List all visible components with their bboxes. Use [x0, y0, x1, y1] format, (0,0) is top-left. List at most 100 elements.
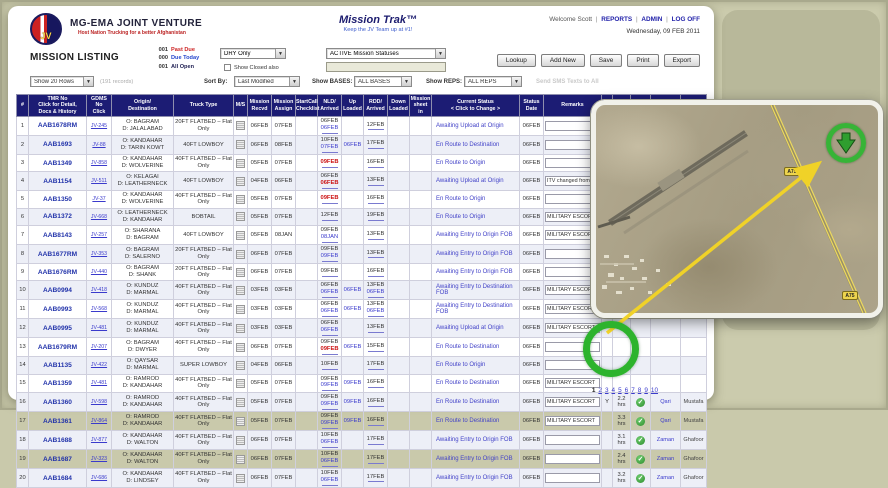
current-status-link[interactable]: En Route to Destination: [433, 418, 518, 424]
ms-doc-icon[interactable]: [236, 140, 245, 149]
sort-select[interactable]: Last Modified ▼: [234, 76, 300, 87]
tmr-link[interactable]: AAB1676RM: [38, 269, 77, 276]
ms-doc-icon[interactable]: [236, 268, 245, 277]
ms-doc-icon[interactable]: [236, 305, 245, 314]
tmr-link[interactable]: AAB1361: [43, 418, 72, 425]
rows-per-page-select[interactable]: Show 20 Rows ▼: [30, 76, 94, 87]
column-header[interactable]: Origin/ Destination: [112, 95, 174, 117]
current-status-link[interactable]: En Route to Origin: [433, 196, 518, 202]
current-status-link[interactable]: Awaiting Entry to Destination FOB: [433, 303, 518, 315]
tmr-link[interactable]: AAB1678RM: [38, 122, 77, 129]
gdms-link[interactable]: JV-511: [91, 178, 107, 184]
ms-doc-icon[interactable]: [236, 177, 245, 186]
remarks-input[interactable]: [545, 435, 600, 445]
column-header[interactable]: #: [17, 95, 29, 117]
tmr-link[interactable]: AAB8143: [43, 232, 72, 239]
count-label[interactable]: Past Due: [171, 47, 195, 53]
column-header[interactable]: NLD/ Arrived: [318, 95, 342, 117]
nav-link-log-off[interactable]: LOG OFF: [672, 16, 700, 23]
column-header[interactable]: Mission Assign: [272, 95, 296, 117]
nav-link-admin[interactable]: ADMIN: [641, 16, 662, 23]
ms-doc-icon[interactable]: [236, 361, 245, 370]
ping-ok-check-icon[interactable]: ✓: [636, 436, 645, 445]
gdms-link[interactable]: JV-481: [91, 380, 107, 386]
gdms-link[interactable]: JV-88: [92, 142, 105, 148]
tmr-link[interactable]: AAB1350: [43, 196, 72, 203]
show-closed-checkbox[interactable]: [224, 64, 231, 71]
column-header[interactable]: StartCall Checklist: [296, 95, 318, 117]
page-link-8[interactable]: 8: [638, 387, 642, 394]
column-header[interactable]: Down Loaded: [388, 95, 410, 117]
lookup-button[interactable]: Lookup: [497, 54, 536, 67]
export-button[interactable]: Export: [664, 54, 700, 67]
remarks-input[interactable]: [545, 416, 600, 426]
remarks-input[interactable]: [545, 397, 600, 407]
page-link-7[interactable]: 7: [631, 387, 635, 394]
tmr-link[interactable]: AAB1360: [43, 399, 72, 406]
current-status-link[interactable]: Awaiting Entry to Origin FOB: [433, 269, 518, 275]
column-header[interactable]: Status Date: [520, 95, 544, 117]
map-inset[interactable]: A75 A75: [591, 100, 883, 318]
tmr-link[interactable]: AAB1135: [43, 362, 72, 369]
gdms-link[interactable]: JV-668: [91, 214, 107, 220]
rep-driver-link[interactable]: Zaman: [657, 437, 674, 443]
tmr-link[interactable]: AAB1687: [43, 456, 72, 463]
gdms-link[interactable]: JV-568: [91, 306, 107, 312]
ms-doc-icon[interactable]: [236, 159, 245, 168]
ms-doc-icon[interactable]: [236, 324, 245, 333]
tmr-link[interactable]: AAB1349: [43, 160, 72, 167]
current-status-link[interactable]: Awaiting Entry to Origin FOB: [433, 456, 518, 462]
page-link-10[interactable]: 10: [651, 387, 658, 394]
page-link-9[interactable]: 9: [644, 387, 648, 394]
reps-select[interactable]: ALL REPS ▼: [464, 76, 522, 87]
print-button[interactable]: Print: [627, 54, 658, 67]
ms-doc-icon[interactable]: [236, 250, 245, 259]
current-status-link[interactable]: Awaiting Upload at Origin: [433, 325, 518, 331]
ms-doc-icon[interactable]: [236, 231, 245, 240]
ms-doc-icon[interactable]: [236, 286, 245, 295]
gdms-link[interactable]: JV-440: [91, 269, 107, 275]
rep-driver-link[interactable]: Qari: [660, 399, 671, 405]
column-header[interactable]: GDMS No Click: [87, 95, 112, 117]
gdms-link[interactable]: JV-686: [91, 475, 107, 481]
ms-doc-icon[interactable]: [236, 474, 245, 483]
tmr-link[interactable]: AAB0995: [43, 325, 72, 332]
tmr-link[interactable]: AAB0994: [43, 287, 72, 294]
nav-link-reports[interactable]: REPORTS: [601, 16, 632, 23]
current-status-link[interactable]: Awaiting Entry to Origin FOB: [433, 251, 518, 257]
gdms-link[interactable]: JV-598: [91, 399, 107, 405]
gdms-link[interactable]: JV-418: [91, 287, 107, 293]
ms-doc-icon[interactable]: [236, 398, 245, 407]
current-status-link[interactable]: En Route to Origin: [433, 160, 518, 166]
current-status-link[interactable]: En Route to Destination: [433, 344, 518, 350]
tmr-link[interactable]: AAB1154: [43, 178, 72, 185]
rep-driver-link[interactable]: Zaman: [657, 475, 674, 481]
ms-doc-icon[interactable]: [236, 379, 245, 388]
column-header[interactable]: Mission Recvd: [248, 95, 272, 117]
gdms-link[interactable]: JV-257: [91, 232, 107, 238]
ping-ok-check-icon[interactable]: ✓: [636, 474, 645, 483]
gdms-link[interactable]: JV-422: [91, 362, 107, 368]
current-status-link[interactable]: Awaiting Entry to Origin FOB: [433, 232, 518, 238]
status-filter-select[interactable]: ACTIVE Mission Statuses ▼: [326, 48, 446, 59]
rep-driver-link[interactable]: Qari: [660, 418, 671, 424]
tmr-link[interactable]: AAB1359: [43, 380, 72, 387]
column-header[interactable]: Mission sheet in: [410, 95, 432, 117]
gdms-link[interactable]: JV-37: [92, 196, 105, 202]
ms-doc-icon[interactable]: [236, 417, 245, 426]
remarks-input[interactable]: [545, 454, 600, 464]
ms-doc-icon[interactable]: [236, 212, 245, 221]
tmr-link[interactable]: AAB1693: [43, 141, 72, 148]
add-new-button[interactable]: Add New: [541, 54, 585, 67]
tmr-link[interactable]: AAB1684: [43, 475, 72, 482]
current-status-link[interactable]: En Route to Destination: [433, 380, 518, 386]
current-status-link[interactable]: Awaiting Upload at Origin: [433, 178, 518, 184]
current-status-link[interactable]: En Route to Origin: [433, 214, 518, 220]
page-link-5[interactable]: 5: [618, 387, 622, 394]
ping-ok-check-icon[interactable]: ✓: [636, 417, 645, 426]
remarks-input[interactable]: [545, 473, 600, 483]
gdms-link[interactable]: JV-481: [91, 325, 107, 331]
rep-driver-link[interactable]: Zaman: [657, 456, 674, 462]
count-label[interactable]: All Open: [171, 64, 194, 70]
dry-filter-select[interactable]: DRY Only ▼: [220, 48, 286, 59]
